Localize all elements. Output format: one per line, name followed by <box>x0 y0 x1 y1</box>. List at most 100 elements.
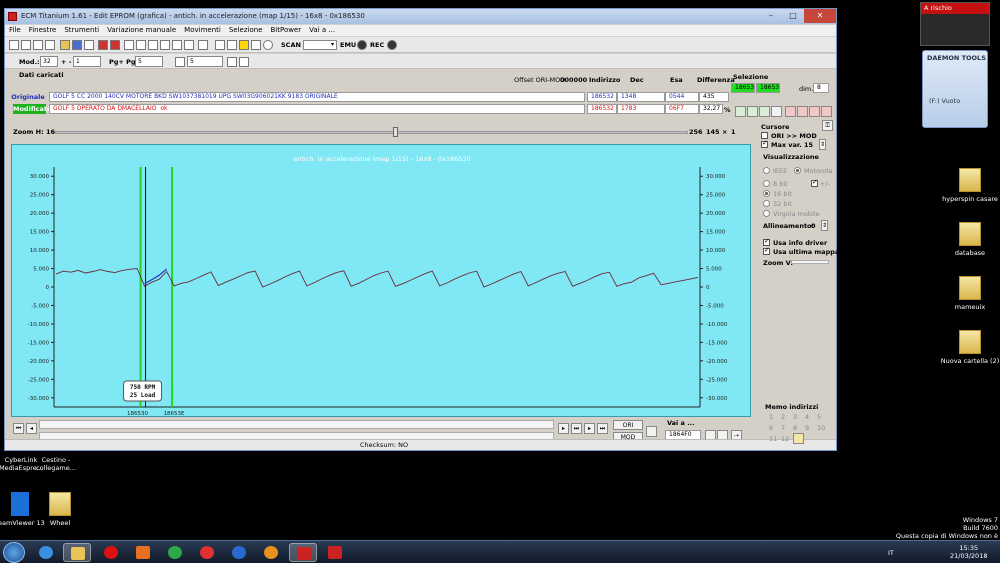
menu-finestre[interactable]: Finestre <box>25 25 61 36</box>
daemon-tools-gadget[interactable]: DAEMON TOOLS (F:) Vuoto <box>922 50 988 128</box>
original-description[interactable]: GOLF 5 CC 2000 140CV MOTORE BKD SW103738… <box>49 92 585 102</box>
chart-icon[interactable] <box>148 40 158 50</box>
lock-icon[interactable] <box>215 40 225 50</box>
mod-input[interactable]: 32 <box>40 56 58 67</box>
save-icon[interactable] <box>21 40 31 50</box>
title-bar[interactable]: ECM Titanium 1.61 - Edit EPROM (grafica)… <box>5 9 836 24</box>
filter-icon[interactable] <box>172 40 182 50</box>
table-icon[interactable] <box>175 57 185 67</box>
fast-forward-icon[interactable]: ⏭ <box>571 423 582 434</box>
norton-gadget[interactable]: A rischio <box>920 2 990 46</box>
32bit-radio[interactable] <box>763 200 770 207</box>
grid2-icon[interactable] <box>239 57 249 67</box>
copy-icon[interactable] <box>84 40 94 50</box>
memo-11[interactable]: 11 <box>769 435 777 443</box>
folder-icon[interactable] <box>60 40 70 50</box>
tool-icon-8[interactable] <box>821 106 832 117</box>
step-input[interactable]: 5 <box>187 56 223 67</box>
window-icon[interactable] <box>45 40 55 50</box>
grid-icon[interactable] <box>136 40 146 50</box>
taskbar-app-oj[interactable] <box>257 543 285 562</box>
menu-bitpower[interactable]: BitPower <box>267 25 306 36</box>
disk-icon[interactable] <box>72 40 82 50</box>
desktop-icon-database[interactable]: database <box>940 222 1000 257</box>
maxvar-spinner[interactable]: ⇕ <box>819 139 826 150</box>
flag-icon[interactable] <box>646 426 657 437</box>
clock[interactable]: 15:35 21/03/2018 <box>950 544 987 560</box>
open-icon[interactable] <box>9 40 19 50</box>
zoom-v-slider[interactable] <box>791 260 829 264</box>
minimize-button[interactable]: – <box>760 9 782 23</box>
last-icon[interactable]: ▸ <box>584 423 595 434</box>
tool-icon-3[interactable] <box>759 106 770 117</box>
taskbar-zynga[interactable] <box>321 543 349 562</box>
memo-10[interactable]: 10 <box>817 424 825 432</box>
binoculars-icon[interactable] <box>184 40 194 50</box>
memo-1[interactable]: 1 <box>769 413 773 421</box>
table-icon[interactable] <box>124 40 134 50</box>
tool-icon-7[interactable] <box>809 106 820 117</box>
desktop-icon-cestino[interactable]: Cestino - collegame... <box>30 456 82 472</box>
menu-file[interactable]: File <box>5 25 25 36</box>
map-chart[interactable]: antich. in accelerazione (map 1/15) - 16… <box>11 144 751 417</box>
memo-3[interactable]: 3 <box>793 413 797 421</box>
rec-button-icon[interactable] <box>387 40 397 50</box>
usa-info-checkbox[interactable] <box>763 237 770 246</box>
zoom-h-slider-thumb[interactable] <box>393 127 398 137</box>
desktop-icon-nuova-cartella[interactable]: Nuova cartella (2) <box>940 330 1000 365</box>
memo-folder-icon[interactable] <box>793 433 804 444</box>
grid2-icon[interactable] <box>227 40 237 50</box>
menu-vai-a[interactable]: Vai a ... <box>305 25 339 36</box>
lock-icon[interactable]: ⚿ <box>822 120 833 131</box>
scrollbar-top[interactable] <box>39 420 554 429</box>
close-button[interactable]: ✕ <box>804 9 836 23</box>
scan-dropdown[interactable]: ▾ <box>303 40 337 50</box>
memo-2[interactable]: 2 <box>781 413 785 421</box>
usa-ultima-checkbox[interactable] <box>763 246 770 255</box>
memo-12[interactable]: 12 <box>781 435 789 443</box>
memo-5[interactable]: 5 <box>817 413 821 421</box>
taskbar-media[interactable] <box>129 543 157 562</box>
memo-7[interactable]: 7 <box>781 424 785 432</box>
taskbar-explorer[interactable] <box>63 543 91 562</box>
grid3-icon[interactable] <box>251 40 261 50</box>
tool-icon-5[interactable] <box>785 106 796 117</box>
taskbar-app-hq[interactable] <box>161 543 189 562</box>
motorola-radio[interactable] <box>794 167 801 174</box>
memo-9[interactable]: 9 <box>805 424 809 432</box>
grid-icon[interactable] <box>227 57 237 67</box>
menu-selezione[interactable]: Selezione <box>225 25 267 36</box>
end-icon[interactable]: ⏭ <box>597 423 608 434</box>
ieee-radio[interactable] <box>763 167 770 174</box>
record-icon[interactable] <box>263 40 273 50</box>
emu-button-icon[interactable] <box>357 40 367 50</box>
pg-input[interactable]: 5 <box>135 56 163 67</box>
search-icon[interactable] <box>198 40 208 50</box>
maximize-button[interactable]: □ <box>782 9 804 23</box>
light-icon[interactable] <box>239 40 249 50</box>
menu-variazione-manuale[interactable]: Variazione manuale <box>103 25 180 36</box>
tool-icon-6[interactable] <box>797 106 808 117</box>
memo-6[interactable]: 6 <box>769 424 773 432</box>
plus-minus-input[interactable]: 1 <box>73 56 101 67</box>
taskbar-app-hs[interactable] <box>193 543 221 562</box>
ori-mod-checkbox[interactable] <box>761 132 768 139</box>
desktop-icon-wheel[interactable]: Wheel <box>30 492 90 527</box>
taskbar-ecm-titanium[interactable] <box>289 543 317 562</box>
check-icon[interactable] <box>98 40 108 50</box>
check2-icon[interactable] <box>110 40 120 50</box>
tool-icon-1[interactable] <box>735 106 746 117</box>
tool-icon-2[interactable] <box>747 106 758 117</box>
desktop-icon-mameuix[interactable]: mameuix <box>940 276 1000 311</box>
print-icon[interactable] <box>33 40 43 50</box>
desktop-icon-hyperspin[interactable]: hyperspin casare <box>940 168 1000 203</box>
modified-description[interactable]: GOLF 5 OPERATO DA DMACELLAIO ok <box>49 104 585 114</box>
taskbar-app-hl[interactable] <box>225 543 253 562</box>
memo-8[interactable]: 8 <box>793 424 797 432</box>
zoom-h-slider-track[interactable] <box>55 131 688 134</box>
memo-4[interactable]: 4 <box>805 413 809 421</box>
taskbar-opera[interactable] <box>97 543 125 562</box>
ori-button[interactable]: ORI <box>613 420 643 430</box>
tool-icon-4[interactable] <box>771 106 782 117</box>
language-indicator[interactable]: IT <box>888 549 894 557</box>
